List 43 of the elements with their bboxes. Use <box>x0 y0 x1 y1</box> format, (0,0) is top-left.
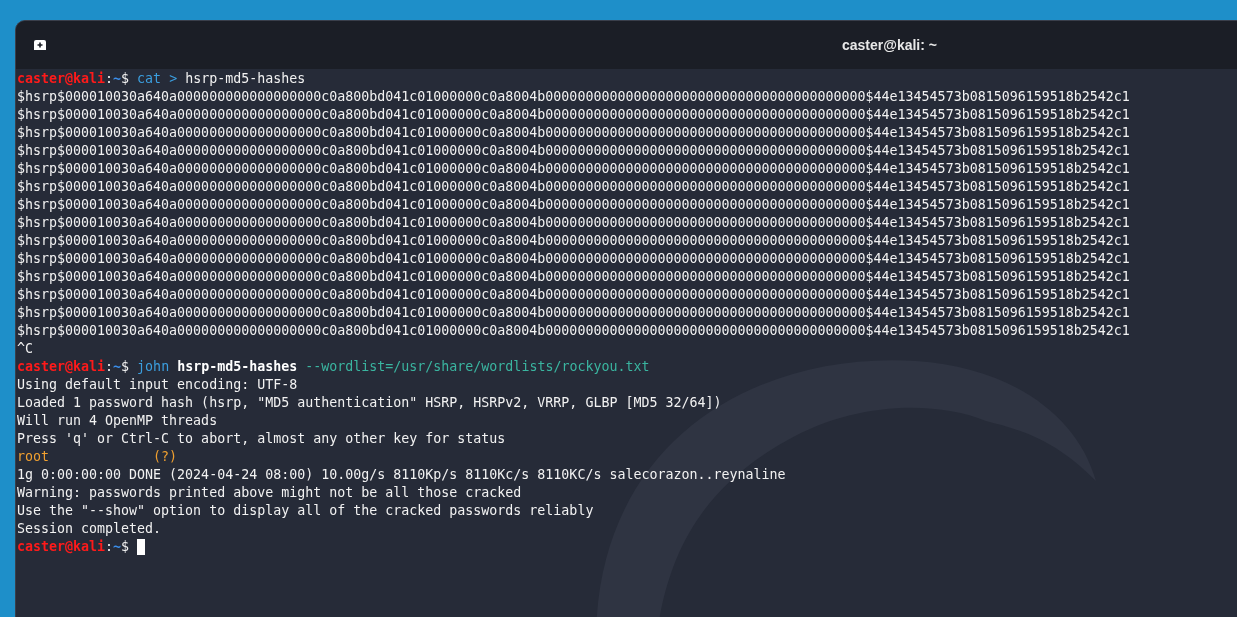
terminal-text: $hsrp$000010030a640a000000000000000000c0a800bd041c01000000c0a8004b0000000000000000000000000000000000000000$44e13454573b0815096159518b2542c1 <box>17 106 1130 124</box>
terminal-text: Press 'q' or Ctrl-C to abort, almost any other key for status <box>17 430 506 448</box>
terminal-text: hsrp-md5-hashes <box>184 70 306 88</box>
terminal-text: $hsrp$000010030a640a000000000000000000c0a800bd041c01000000c0a8004b0000000000000000000000000000000000000000$44e13454573b0815096159518b2542c1 <box>17 178 1130 196</box>
command-text: john <box>137 358 171 376</box>
prompt-user: caster@kali <box>17 358 106 376</box>
terminal-text: Session completed. <box>17 520 162 538</box>
terminal-text: : <box>105 70 114 88</box>
terminal-text: $hsrp$000010030a640a000000000000000000c0a800bd041c01000000c0a8004b0000000000000000000000000000000000000000$44e13454573b0815096159518b2542c1 <box>17 268 1130 286</box>
terminal-text: ^C <box>17 340 33 358</box>
terminal-text: $hsrp$000010030a640a000000000000000000c0a800bd041c01000000c0a8004b0000000000000000000000000000000000000000$44e13454573b0815096159518b2542c1 <box>17 250 1130 268</box>
terminal-text: $hsrp$000010030a640a000000000000000000c0a800bd041c01000000c0a8004b0000000000000000000000000000000000000000$44e13454573b0815096159518b2542c1 <box>17 214 1130 232</box>
terminal-text: : <box>105 358 114 376</box>
terminal-text: $hsrp$000010030a640a000000000000000000c0a800bd041c01000000c0a8004b0000000000000000000000000000000000000000$44e13454573b0815096159518b2542c1 <box>17 232 1130 250</box>
terminal-text: $hsrp$000010030a640a000000000000000000c0a800bd041c01000000c0a8004b0000000000000000000000000000000000000000$44e13454573b0815096159518b2542c1 <box>17 160 1130 178</box>
prompt-path: ~ <box>113 70 122 88</box>
command-text: cat > <box>137 70 178 88</box>
terminal-text: Will run 4 OpenMP threads <box>17 412 218 430</box>
prompt-user: caster@kali <box>17 70 106 88</box>
terminal-text: Use the "--show" option to display all of the cracked passwords reliably <box>17 502 594 520</box>
terminal-text: Using default input encoding: UTF-8 <box>17 376 298 394</box>
prompt-path: ~ <box>113 538 122 556</box>
terminal-text: 1g 0:00:00:00 DONE (2024-04-24 08:00) 10.00g/s 8110Kp/s 8110Kc/s 8110KC/s salecorazon..reynaline <box>17 466 786 484</box>
terminal-text: Warning: passwords printed above might not be all those cracked <box>17 484 522 502</box>
argument-text: hsrp-md5-hashes <box>177 358 299 376</box>
terminal-text: $hsrp$000010030a640a000000000000000000c0a800bd041c01000000c0a8004b0000000000000000000000000000000000000000$44e13454573b0815096159518b2542c1 <box>17 124 1130 142</box>
new-tab-icon[interactable] <box>33 39 47 51</box>
terminal-text: $ <box>121 70 131 88</box>
terminal-text: $hsrp$000010030a640a000000000000000000c0a800bd041c01000000c0a8004b0000000000000000000000000000000000000000$44e13454573b0815096159518b2542c1 <box>17 196 1130 214</box>
terminal-text: $hsrp$000010030a640a000000000000000000c0a800bd041c01000000c0a8004b0000000000000000000000000000000000000000$44e13454573b0815096159518b2542c1 <box>17 286 1130 304</box>
terminal-text: $ <box>121 538 131 556</box>
window-title: caster@kali: ~ <box>842 35 937 55</box>
prompt-user: caster@kali <box>17 538 106 556</box>
terminal-text: $hsrp$000010030a640a000000000000000000c0a800bd041c01000000c0a8004b0000000000000000000000000000000000000000$44e13454573b0815096159518b2542c1 <box>17 142 1130 160</box>
terminal-text: Loaded 1 password hash (hsrp, "MD5 authentication" HSRP, HSRPv2, VRRP, GLBP [MD5 32/64]) <box>17 394 722 412</box>
terminal-text: $hsrp$000010030a640a000000000000000000c0a800bd041c01000000c0a8004b0000000000000000000000000000000000000000$44e13454573b0815096159518b2542c1 <box>17 88 1130 106</box>
terminal-text: $ <box>121 358 131 376</box>
found-text: root (?) <box>17 448 178 466</box>
prompt-path: ~ <box>113 358 122 376</box>
option-text: --wordlist=/usr/share/wordlists/rockyou.txt <box>305 358 650 376</box>
terminal-text: : <box>105 538 114 556</box>
terminal-text: $hsrp$000010030a640a000000000000000000c0a800bd041c01000000c0a8004b0000000000000000000000000000000000000000$44e13454573b0815096159518b2542c1 <box>17 322 1130 340</box>
terminal-text: $hsrp$000010030a640a000000000000000000c0a800bd041c01000000c0a8004b0000000000000000000000000000000000000000$44e13454573b0815096159518b2542c1 <box>17 304 1130 322</box>
